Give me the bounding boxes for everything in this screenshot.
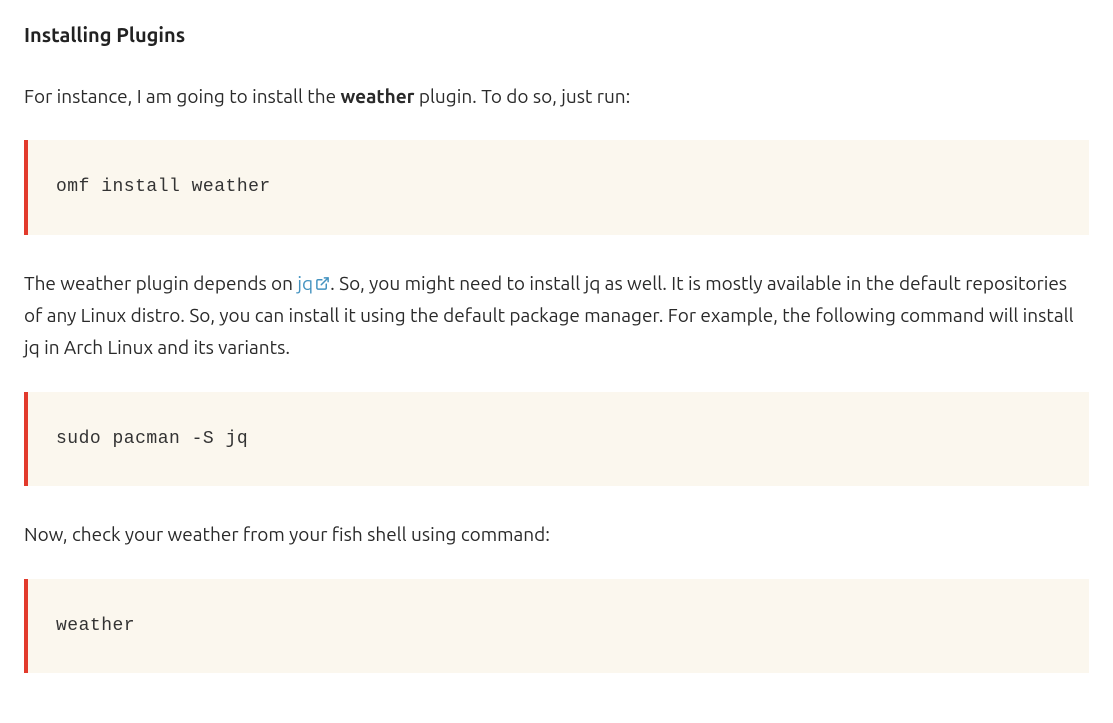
text-run: plugin. To do so, just run: <box>414 85 630 107</box>
paragraph-intro: For instance, I am going to install the … <box>24 80 1089 112</box>
code-block-pacman: sudo pacman -S jq <box>24 392 1089 487</box>
paragraph-check: Now, check your weather from your fish s… <box>24 518 1089 550</box>
text-run: For instance, I am going to install the <box>24 85 340 107</box>
bold-plugin-name: weather <box>340 85 414 107</box>
paragraph-jq: The weather plugin depends on jq. So, yo… <box>24 267 1089 364</box>
link-text: jq <box>297 272 313 294</box>
section-heading: Installing Plugins <box>24 18 1089 52</box>
external-link-icon <box>315 276 330 291</box>
text-run: The weather plugin depends on <box>24 272 297 294</box>
code-block-weather: weather <box>24 579 1089 674</box>
jq-link[interactable]: jq <box>297 272 330 294</box>
code-block-install: omf install weather <box>24 140 1089 235</box>
